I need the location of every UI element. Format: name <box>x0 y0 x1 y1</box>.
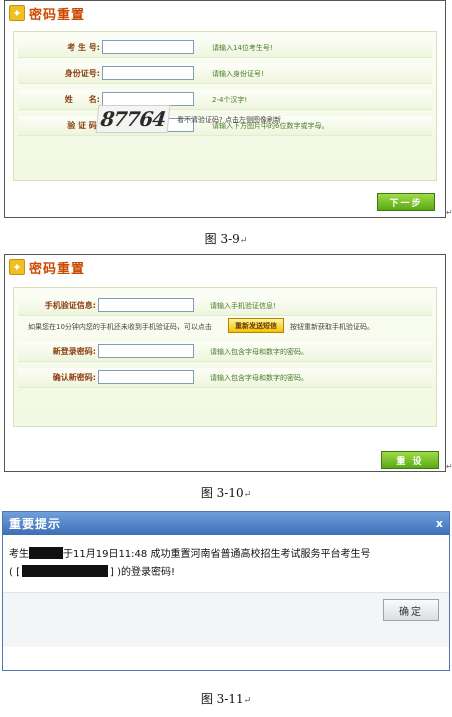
caption-text: 图 3-11 <box>200 692 244 706</box>
next-step-button[interactable]: 下一步 <box>377 193 435 211</box>
dialog-header: 重要提示 x <box>3 512 449 535</box>
caption-arrow: ↵ <box>243 490 252 500</box>
sms-code-label: 手机验证信息: <box>44 301 96 310</box>
form-box: 考 生 号: 请输入14位考生号! 身份证号: 请输入身份证号! 姓 名: 2-… <box>13 31 437 181</box>
important-notice-dialog: 重要提示 x 考生 于11月19日11:48 成功重置河南省普通高校招生考试服务平… <box>2 511 450 671</box>
dialog-footer: 确定 <box>3 592 449 647</box>
form-row-new-password: 新登录密码: 请输入包含字母和数字的密码。 <box>18 342 432 362</box>
id-number-hint: 请输入身份证号! <box>212 70 264 78</box>
reset-step2-panel: ✦ 密码重置 手机验证信息: 请输入手机验证信息! 如果您在10分钟内您的手机还… <box>4 254 446 472</box>
new-password-input[interactable] <box>98 344 194 358</box>
dialog-message: 考生 于11月19日11:48 成功重置河南省普通高校招生考试服务平台考生号 ( … <box>9 546 443 582</box>
name-label: 姓 名: <box>64 95 100 104</box>
captcha-label: 验 证 码: <box>67 121 100 130</box>
resend-note-after: 按钮重新获取手机验证码。 <box>290 323 374 331</box>
form-row-sms-code: 手机验证信息: 请输入手机验证信息! <box>18 296 432 316</box>
caption-text: 图 3-10 <box>200 486 244 500</box>
confirm-password-hint: 请输入包含字母和数字的密码。 <box>210 374 308 382</box>
message-prefix: 考生 <box>9 549 29 560</box>
exam-number-hint: 请输入14位考生号! <box>212 44 273 52</box>
figure-caption-3-11: 图 3-11↵ <box>0 690 452 707</box>
confirm-button[interactable]: 确定 <box>383 599 439 621</box>
form-row-id-number: 身份证号: 请输入身份证号! <box>18 64 432 84</box>
message-text: ] )的登录密码! <box>109 567 175 578</box>
sms-code-input[interactable] <box>98 298 194 312</box>
paragraph-mark: ↵ <box>446 462 452 471</box>
new-password-label: 新登录密码: <box>52 347 96 356</box>
sms-code-hint: 请输入手机验证信息! <box>210 302 276 310</box>
figure-caption-3-10: 图 3-10↵ <box>0 484 452 501</box>
paragraph-mark: ↵ <box>446 208 452 217</box>
exam-number-input[interactable] <box>102 40 194 54</box>
panel-title: 密码重置 <box>29 261 86 277</box>
redacted-name <box>29 547 63 559</box>
exam-number-label: 考 生 号: <box>67 43 100 52</box>
form-row-confirm-password: 确认新密码: 请输入包含字母和数字的密码。 <box>18 368 432 388</box>
caption-arrow: ↵ <box>239 236 248 246</box>
form-row-name: 姓 名: 2-4个汉字! <box>18 90 432 110</box>
close-icon[interactable]: x <box>436 517 443 530</box>
key-logo-icon: ✦ <box>9 5 25 21</box>
reset-step1-panel: ✦ 密码重置 考 生 号: 请输入14位考生号! 身份证号: 请输入身份证号! … <box>4 0 446 218</box>
id-number-label: 身份证号: <box>64 69 100 78</box>
reset-button[interactable]: 重 设 <box>381 451 439 469</box>
new-password-hint: 请输入包含字母和数字的密码。 <box>210 348 308 356</box>
id-number-input[interactable] <box>102 66 194 80</box>
panel-title: 密码重置 <box>29 7 86 23</box>
message-line-2: ( [ ] )的登录密码! <box>9 564 443 582</box>
message-prefix: ( [ <box>9 567 20 578</box>
caption-text: 图 3-9 <box>204 232 240 246</box>
name-input[interactable] <box>102 92 194 106</box>
resend-note-before: 如果您在10分钟内您的手机还未收到手机验证码，可以点击 <box>28 323 212 331</box>
panel-header: ✦ 密码重置 <box>5 255 445 279</box>
captcha-image[interactable]: 87764 <box>95 105 171 133</box>
form-box: 手机验证信息: 请输入手机验证信息! 如果您在10分钟内您的手机还未收到手机验证… <box>13 287 437 427</box>
confirm-password-input[interactable] <box>98 370 194 384</box>
message-line-1: 考生 于11月19日11:48 成功重置河南省普通高校招生考试服务平台考生号 <box>9 546 443 564</box>
name-hint: 2-4个汉字! <box>212 96 248 104</box>
panel-header: ✦ 密码重置 <box>5 1 445 25</box>
caption-arrow: ↵ <box>243 696 252 706</box>
key-logo-icon: ✦ <box>9 259 25 275</box>
dialog-title: 重要提示 <box>9 517 62 531</box>
redacted-exam-number <box>21 565 108 577</box>
captcha-refresh-note: 看不清验证码? 点击左侧图像刷新 <box>177 116 281 124</box>
resend-sms-button[interactable]: 重新发送短信 <box>228 318 284 333</box>
form-row-exam-number: 考 生 号: 请输入14位考生号! <box>18 38 432 58</box>
confirm-password-label: 确认新密码: <box>52 373 96 382</box>
message-text: 于11月19日11:48 成功重置河南省普通高校招生考试服务平台考生号 <box>63 549 371 560</box>
figure-caption-3-9: 图 3-9↵ <box>0 230 452 247</box>
